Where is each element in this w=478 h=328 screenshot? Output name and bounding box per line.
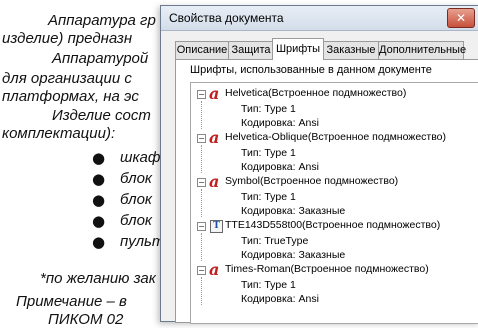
fonts-panel-header: Шрифты, использованные в данном документ… [190,64,432,76]
dialog-title: Свойства документа [169,11,284,25]
fonts-panel: Шрифты, использованные в данном документ… [175,59,478,324]
doc-line: комплектации): [2,125,116,142]
bullet-dot: ● [92,170,106,188]
bullet-text: блок [120,170,152,187]
font-type: Тип: Type 1 [241,147,296,159]
font-item[interactable]: − a Helvetica-Oblique(Встроенное подмнож… [197,128,477,147]
tab-security[interactable]: Защита [228,41,274,59]
collapse-toggle-icon[interactable]: − [197,266,206,275]
collapse-toggle-icon[interactable]: − [197,222,206,231]
bullet-text: блок [120,212,152,229]
font-item[interactable]: − a Symbol(Встроенное подмножество) [197,172,477,191]
font-item[interactable]: − a Times-Roman(Встроенное подмножество) [197,260,477,279]
bullet-text: блок [120,191,152,208]
font-type: Тип: Type 1 [241,103,296,115]
fonts-list[interactable]: − a Helvetica(Встроенное подмножество) Т… [190,82,478,324]
tab-fonts[interactable]: Шрифты [272,38,324,60]
tab-description[interactable]: Описание [175,41,229,59]
font-type: Тип: TrueType [241,235,309,247]
tree-connector [201,189,202,217]
bullet-dot: ● [92,233,106,251]
tree-connector [201,233,202,261]
font-name: TTE143D558t00(Встроенное подмножество) [225,219,441,231]
doc-note: Примечание – в [16,293,127,310]
font-encoding: Кодировка: Ansi [241,293,319,305]
font-encoding: Кодировка: Заказные [241,205,346,217]
font-encoding: Кодировка: Ansi [241,161,319,173]
doc-line: для организации с [2,70,132,87]
font-name: Helvetica-Oblique(Встроенное подмножеств… [225,131,447,143]
bullet-dot: ● [92,149,106,167]
bullet-dot: ● [92,191,106,209]
tree-connector [201,101,202,129]
document-properties-dialog: Свойства документа ✕ Описание Защита Шри… [160,5,478,324]
title-bar[interactable]: Свойства документа ✕ [161,6,478,31]
tree-connector [201,145,202,173]
doc-line: изделие) предназн [2,30,133,47]
tab-custom[interactable]: Заказные [323,41,379,59]
truetype-font-icon: T [210,220,223,233]
bullet-dot: ● [92,212,106,230]
font-item[interactable]: − T TTE143D558t00(Встроенное подмножеств… [197,219,477,234]
collapse-toggle-icon[interactable]: − [197,90,206,99]
type1-font-icon: a [209,128,220,147]
doc-line: Аппаратура гр [48,12,156,29]
tree-connector [201,277,202,305]
doc-line: Аппаратурой [52,50,149,67]
font-name: Times-Roman(Встроенное подмножество) [225,263,429,275]
type1-font-icon: a [209,84,220,103]
collapse-toggle-icon[interactable]: − [197,134,206,143]
collapse-toggle-icon[interactable]: − [197,178,206,187]
font-type: Тип: Type 1 [241,191,296,203]
tab-advanced[interactable]: Дополнительные [378,41,466,59]
font-encoding: Кодировка: Заказные [241,249,346,261]
bullet-text: пульт [120,233,165,250]
bullet-text: шкаф [120,149,161,166]
type1-font-icon: a [209,260,220,279]
font-name: Symbol(Встроенное подмножество) [225,175,399,187]
doc-footnote: *по желанию зак [40,270,156,287]
font-name: Helvetica(Встроенное подмножество) [225,87,407,99]
font-encoding: Кодировка: Ansi [241,117,319,129]
font-type: Тип: Type 1 [241,279,296,291]
type1-font-icon: a [209,172,220,191]
doc-line: платформах, на эс [2,88,139,105]
doc-line: Изделие сост [52,107,151,124]
font-item[interactable]: − a Helvetica(Встроенное подмножество) [197,84,477,103]
close-button[interactable]: ✕ [447,8,475,28]
